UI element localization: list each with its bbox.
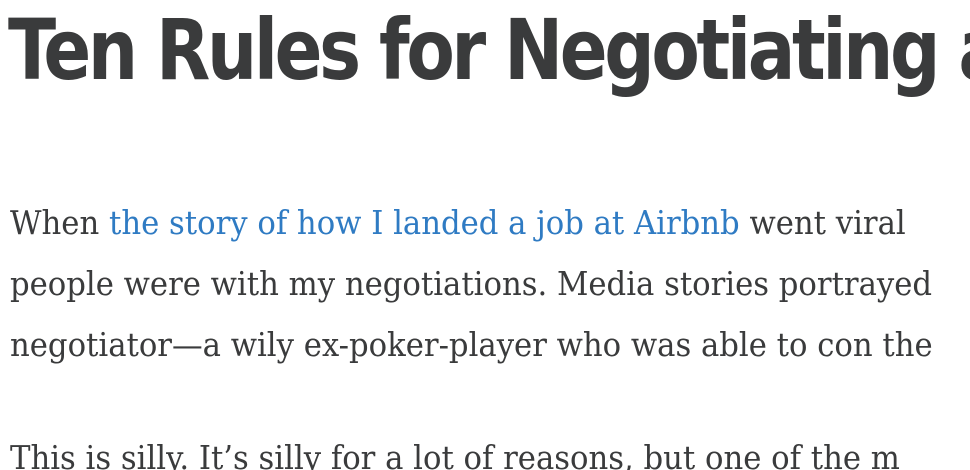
- paragraph-text: When: [10, 203, 110, 242]
- paragraph-line-3: negotiator—a wily ex-poker-player who wa…: [10, 325, 933, 364]
- article-title: Ten Rules for Negotiating a: [8, 1, 970, 99]
- intro-paragraph: When the story of how I landed a job at …: [10, 192, 933, 375]
- airbnb-story-link[interactable]: the story of how I landed a job at Airbn…: [109, 203, 740, 242]
- article-page: Ten Rules for Negotiating a When the sto…: [0, 0, 970, 470]
- second-paragraph: This is silly. It’s silly for a lot of r…: [10, 427, 900, 470]
- paragraph-line-2: people were with my negotiations. Media …: [10, 264, 933, 303]
- paragraph-line-1: This is silly. It’s silly for a lot of r…: [10, 438, 900, 470]
- paragraph-line-1: When the story of how I landed a job at …: [10, 192, 933, 253]
- paragraph-text: went viral: [739, 203, 906, 242]
